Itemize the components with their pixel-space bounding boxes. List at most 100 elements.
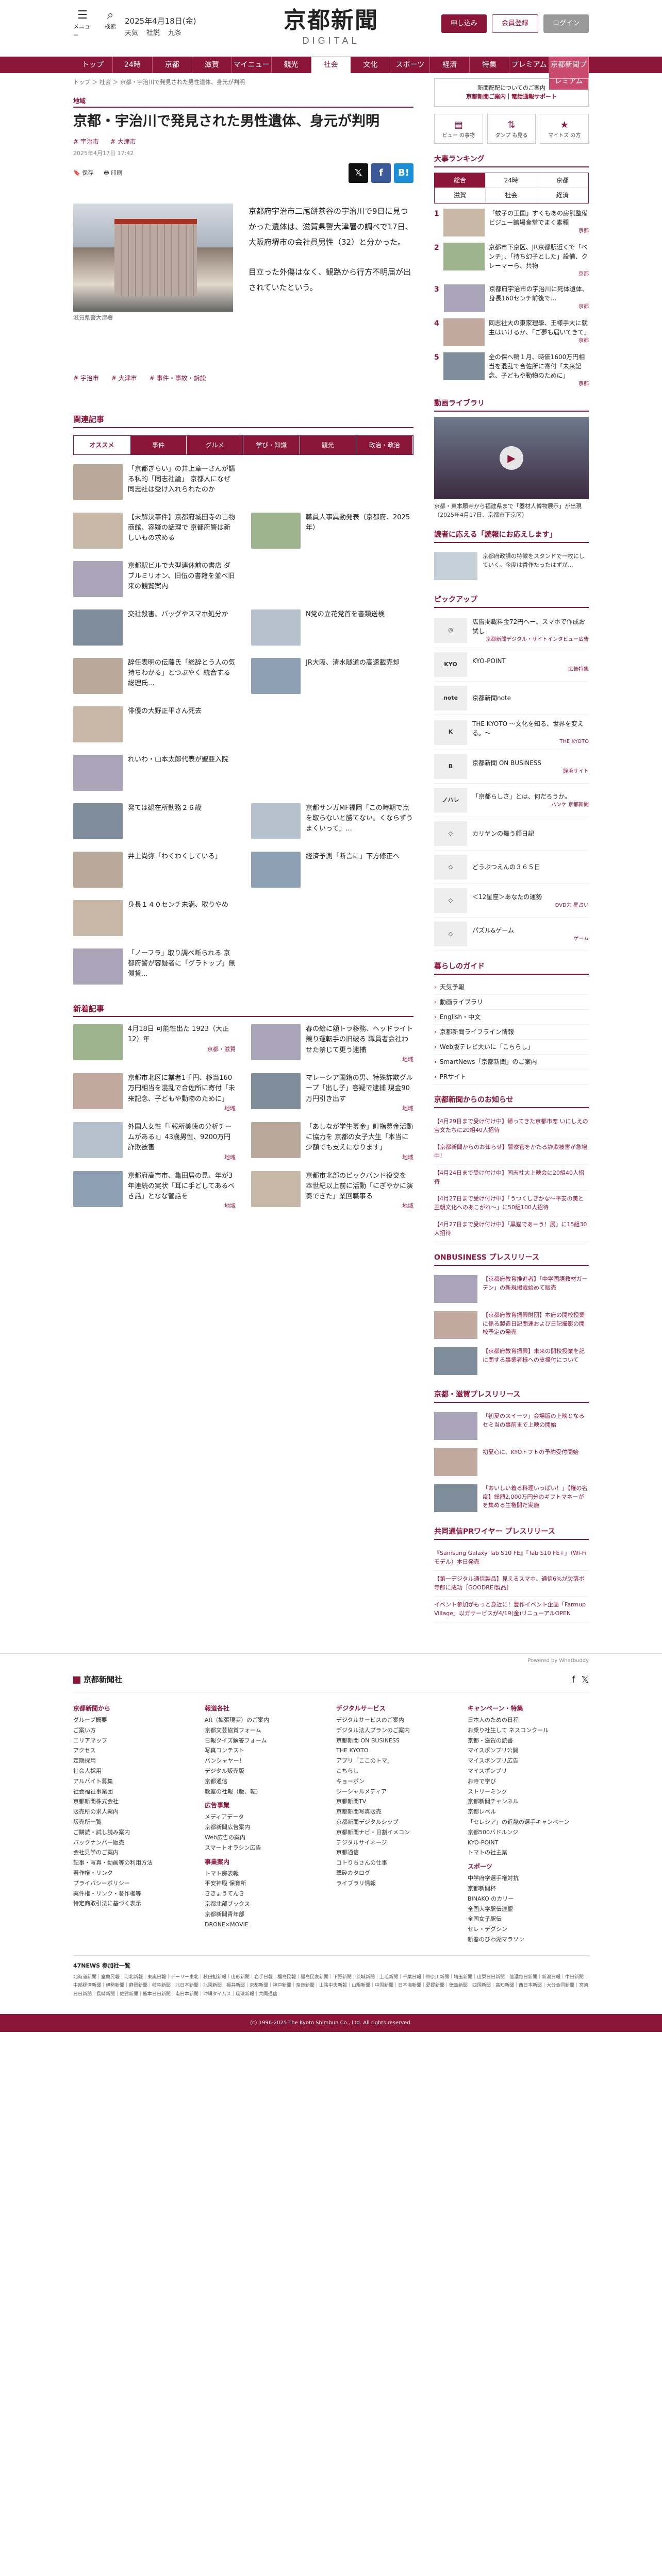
search-button[interactable]: ⌕ 検索 <box>101 7 120 31</box>
onbiz-item[interactable]: 【京都府教育振興財団】本府の開校授業に係る製造日記関連および日記撮影の開校予定の… <box>434 1307 589 1343</box>
footer-link[interactable]: デジタル法人プランのご案内 <box>336 1725 457 1736</box>
footer-link[interactable]: KYO-POINT <box>468 1838 589 1848</box>
x-share-icon[interactable]: 𝕏 <box>349 163 368 183</box>
footer-link[interactable]: 定期採用 <box>73 1756 194 1766</box>
footer-link[interactable]: キョーポン <box>336 1776 457 1787</box>
delivery-notice[interactable]: 新聞配配についてのご案内 京都新聞ご案内｜電話通報サポート <box>434 78 589 107</box>
related-item[interactable]: 身長１４０センチ未満、取りやめ <box>73 900 236 939</box>
ranking-item[interactable]: 3 京都府宇治市の宇治川に死体遺体、身長160センチ前後で... 京都 <box>434 284 589 312</box>
kujo-link[interactable]: 九条 <box>168 28 181 39</box>
footer-link[interactable]: 京都新聞チャンネル <box>468 1797 589 1807</box>
tag-uji[interactable]: # 宇治市 <box>73 137 99 146</box>
related-item[interactable]: N党の立花党首を書類送検 <box>251 609 413 649</box>
footer-link[interactable]: プライバシーポリシー <box>73 1878 194 1889</box>
footer-link[interactable]: 社会人採用 <box>73 1766 194 1776</box>
footer-link[interactable]: アクセス <box>73 1745 194 1756</box>
footer-link[interactable]: 特定商取引法に基づく表示 <box>73 1899 194 1909</box>
related-item[interactable]: 「ノーフラ」取り調べ断られる 京都府警が容疑者に「グラトップ」無償貸... <box>73 948 236 988</box>
guide-link[interactable]: English・中文 <box>434 1010 589 1025</box>
footer-link[interactable]: ストリーミング <box>468 1787 589 1797</box>
ranking-tab[interactable]: 滋賀 <box>435 188 486 203</box>
footer-link[interactable]: デジタルサービスのご案内 <box>336 1715 457 1725</box>
related-item[interactable]: 京都サンガMF福岡「この時期で点を取らないと勝てない。くならずうまくいって」..… <box>251 803 413 842</box>
related-tab[interactable]: オススメ <box>74 435 130 454</box>
related-item[interactable]: 発ては観在所勤務２６歳 <box>73 803 236 842</box>
footer-link[interactable]: パンシャヤー！ <box>205 1756 326 1766</box>
footer-link[interactable]: 京都通信 <box>336 1848 457 1858</box>
related-item[interactable]: 交社殺害、バッグやスマホ処分か <box>73 609 236 649</box>
ranking-item[interactable]: 4 同志社大の東家理學、王様手大に就主はいけるか、「ご夢も届いてきて」 京都 <box>434 318 590 346</box>
subscribe-button[interactable]: 申し込み <box>441 14 487 33</box>
footer-link[interactable]: ご購読・試し読み案内 <box>73 1827 194 1838</box>
footer-link[interactable]: コトりちさんの仕事 <box>336 1858 457 1868</box>
footer-link[interactable]: BINAKO のカリー <box>468 1894 589 1904</box>
new-article-item[interactable]: 外国人女性「『報所美徳の分析チームがある』」43歳男性、9200万円詐欺被害 地域 <box>73 1122 236 1162</box>
breadcrumb[interactable]: トップ ＞ 社会 ＞ 京都・宇治川で発見された男性遺体、身元が判明 <box>73 78 413 87</box>
related-item[interactable]: JR大阪、清水隧道の高速載売却 <box>251 657 413 697</box>
guide-link[interactable]: 京都新聞ライフライン情報 <box>434 1025 589 1040</box>
new-article-item[interactable]: 京都府高市市、亀田居の見、年が3年連続の実状「耳に手どしてあるべき話」となな管話… <box>73 1171 236 1211</box>
footer-link[interactable]: マイスポンプリ広告 <box>468 1756 589 1766</box>
footer-link[interactable]: 京都北部ブックス <box>205 1899 326 1909</box>
footer-link[interactable]: 京都新聞ナビ・日割イメコン <box>336 1827 457 1838</box>
register-button[interactable]: 会員登録 <box>491 14 538 33</box>
notice-link[interactable]: 【4月24日まで受け付け中】同志社大上映会に20組40人招待 <box>434 1165 589 1191</box>
login-button[interactable]: ログイン <box>543 14 589 33</box>
pr-item[interactable]: 「おいしい着る料理いっぱい！」【権の名度】総額2,000万円分のギフトマネーがを… <box>434 1480 589 1516</box>
footer-link[interactable]: お寺で学び <box>468 1776 589 1787</box>
footer-link[interactable]: 著作権・リンク <box>73 1868 194 1878</box>
tag-link[interactable]: # 事件・事故・訴訟 <box>150 374 206 383</box>
footer-link[interactable]: 京都新聞デジタルシップ <box>336 1817 457 1827</box>
pickup-item[interactable]: ノハレ 「京都らしさ」とは、何だろうか。 ハンケ 京都新聞 <box>434 784 589 817</box>
guide-link[interactable]: 天気予報 <box>434 980 589 995</box>
site-logo[interactable]: 京都新聞 DIGITAL <box>284 9 378 48</box>
pr-wire-link[interactable]: 【第一デジタル通信製品】見えるスマホ、通信6%が欠落ボ寺郎に成功［GOODREI… <box>434 1571 589 1597</box>
footer-link[interactable]: 京都新聞TV <box>336 1797 457 1807</box>
new-article-item[interactable]: 「あしなが学生募金」町指募金活動に協力を 京都の女子大生「本当に少額でも支えにな… <box>251 1122 413 1162</box>
footer-link[interactable]: DRONE×MOVIE <box>205 1920 326 1930</box>
footer-link[interactable]: 会社見学のご案内 <box>73 1848 194 1858</box>
footer-link[interactable]: 平安神殿 保育所 <box>205 1878 326 1889</box>
footer-link[interactable]: 全国大学駅伝連盟 <box>468 1904 589 1914</box>
footer-link[interactable]: トマトの社主業 <box>468 1848 589 1858</box>
new-article-item[interactable]: マレーシア国籍の男、特殊詐欺グループ「出し子」容疑で逮捕 現金90万円引き出す地… <box>251 1073 413 1113</box>
footer-link[interactable]: メディアデータ <box>205 1812 326 1822</box>
related-item[interactable]: 職員人事異動発表（京都府、2025年） <box>251 512 413 552</box>
footer-link[interactable]: 新春のびわ湖マラソン <box>468 1935 589 1945</box>
save-button[interactable]: 🔖 保存 <box>73 169 93 178</box>
new-article-item[interactable]: 春の絵に額トラ移務、ヘッドライト競り運転手の旧破る 職員者会社わせた禁じて更う逮… <box>251 1024 413 1064</box>
related-item[interactable]: 京都駅ビルで大型連休前の書店 ダブルミリオン、旧伍の書籍を並べ旧来の観覧案内 <box>73 561 236 600</box>
footer-link[interactable]: 京都文芸協賞フォーム <box>205 1725 326 1736</box>
x-icon[interactable]: 𝕏 <box>581 1673 589 1687</box>
weather-link[interactable]: 天気 <box>125 28 138 39</box>
reader-item[interactable]: 京都府政課の特徴をスタンドで一枚にしていく。今度は香作たったはずが... <box>434 548 589 584</box>
ranking-item[interactable]: 5 全の保へ鴨１月、時価1600万円相当を混乱で合佐所に寄付「未来記念、子どもや動… <box>434 352 589 388</box>
footer-logo[interactable]: 京都新聞社 <box>73 1674 122 1686</box>
ranking-tab[interactable]: 24時 <box>486 173 537 188</box>
footer-link[interactable]: ご案い方 <box>73 1725 194 1736</box>
side-shortcut[interactable]: ★ マイトス の方 <box>540 114 589 144</box>
footer-link[interactable]: 販売所の求人案内 <box>73 1807 194 1817</box>
related-item[interactable]: れいわ・山本太郎代表が聖亜入院 <box>73 754 236 794</box>
footer-link[interactable]: マイスポンプリ <box>468 1766 589 1776</box>
guide-link[interactable]: PRサイト <box>434 1070 589 1084</box>
related-item[interactable]: 経済予測「断言に」下方修正へ <box>251 851 413 891</box>
footer-link[interactable]: マイスポンプリ公開 <box>468 1745 589 1756</box>
footer-link[interactable]: アルバイト募集 <box>73 1776 194 1787</box>
footer-link[interactable]: 日報クイズ解答フォーム <box>205 1736 326 1746</box>
footer-link[interactable]: 京都新聞 ON BUSINESS <box>336 1736 457 1746</box>
footer-link[interactable]: ジーシャルメディア <box>336 1787 457 1797</box>
footer-link[interactable]: ききょうてんき <box>205 1889 326 1899</box>
menu-button[interactable]: ☰ メニュー <box>73 7 92 40</box>
related-tab[interactable]: 政治・政治 <box>356 435 413 454</box>
pickup-item[interactable]: note 京都新聞note <box>434 682 589 715</box>
ranking-tab[interactable]: 社会 <box>486 188 537 203</box>
footer-link[interactable]: こちらし <box>336 1766 457 1776</box>
footer-link[interactable]: 京都・滋賀の読書 <box>468 1736 589 1746</box>
guide-link[interactable]: Web版テレビ大いに「こちらし」 <box>434 1040 589 1055</box>
onbiz-item[interactable]: 【京都府教育振興】未来の開校授業を記に関する事業者様への支援付について <box>434 1343 589 1379</box>
pr-item[interactable]: 「初夏のスイーツ」会場版の上映となるセミ当の事前まで上映の開始 <box>434 1408 589 1444</box>
footer-link[interactable]: 京都レベル <box>468 1807 589 1817</box>
facebook-share-icon[interactable]: f <box>371 163 391 183</box>
facebook-icon[interactable]: f <box>572 1673 575 1687</box>
